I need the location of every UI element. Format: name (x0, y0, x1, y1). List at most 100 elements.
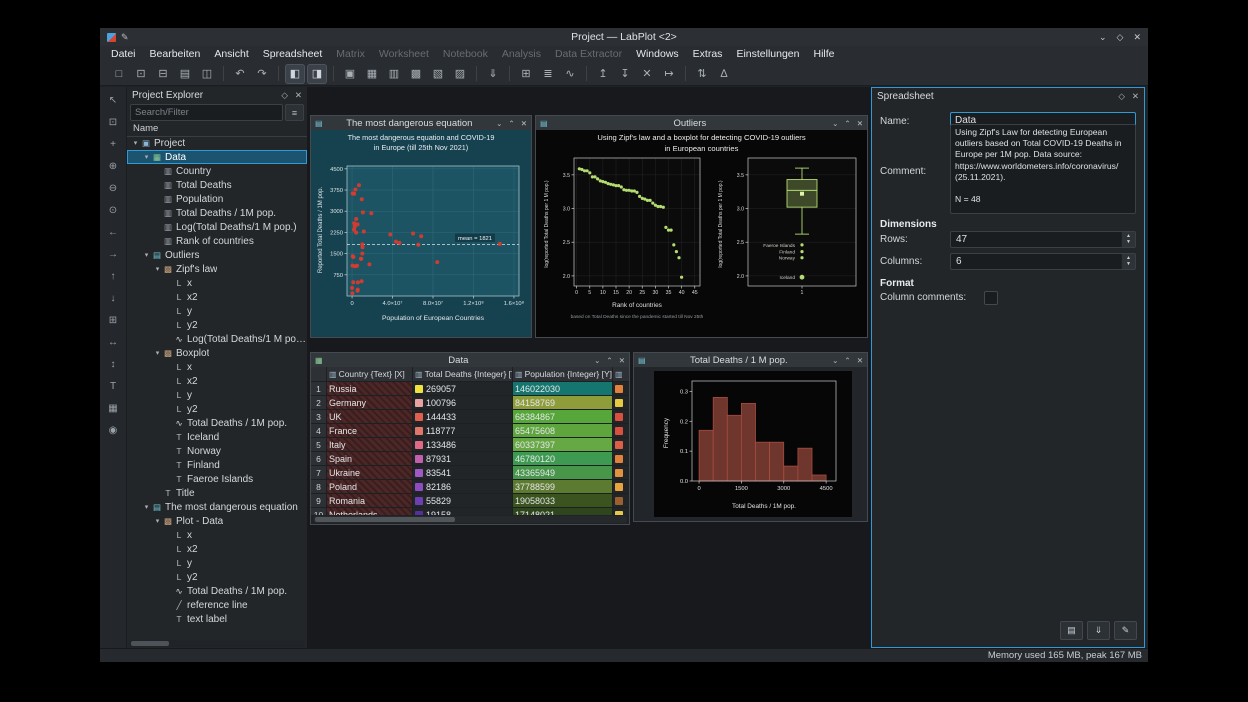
remove-rows-button[interactable]: ✕ (637, 64, 657, 84)
row-number[interactable]: 2 (311, 396, 327, 410)
template-load-icon[interactable]: ▤ (1060, 621, 1083, 640)
cell-total-deaths[interactable]: 87931 (413, 452, 513, 466)
tree-column-header[interactable]: Name (127, 122, 307, 137)
zoom-fit-tool-button[interactable]: ⊙ (104, 201, 123, 220)
new-matrix-button[interactable]: ▩ (406, 64, 426, 84)
filter-icon[interactable]: ≡ (285, 104, 304, 121)
template-edit-icon[interactable]: ✎ (1114, 621, 1137, 640)
cell-population[interactable]: 37788599 (513, 480, 613, 494)
sort-column-button[interactable]: ⇅ (692, 64, 712, 84)
minimize-button[interactable]: ⌄ (1099, 32, 1107, 43)
open-document-button[interactable]: ⊡ (131, 64, 151, 84)
shift-down-tool-button[interactable]: ↓ (104, 289, 123, 308)
tree-item-total-deaths[interactable]: ▥Total Deaths (127, 178, 307, 192)
table-horizontal-scrollbar[interactable] (313, 516, 627, 523)
new-workbook-button[interactable]: ▦ (362, 64, 382, 84)
dock-float-icon[interactable]: ◇ (281, 90, 288, 101)
column-header-item[interactable]: ▥ (613, 367, 629, 382)
scrollbar-thumb[interactable] (315, 517, 455, 522)
row-number[interactable]: 7 (311, 466, 327, 480)
cell-extra[interactable] (613, 424, 629, 438)
print-preview-button[interactable]: ◫ (197, 64, 217, 84)
tree-item-total-deaths-1m-pop[interactable]: ▥Total Deaths / 1M pop. (127, 206, 307, 220)
shift-left-tool-button[interactable]: ← (104, 223, 123, 242)
cell-population[interactable]: 17148021 (513, 508, 613, 515)
tree-item-population[interactable]: ▥Population (127, 192, 307, 206)
shift-right-tool-button[interactable]: → (104, 245, 123, 264)
menu-hilfe[interactable]: Hilfe (806, 47, 841, 61)
sparkline-view-button[interactable]: ∿ (560, 64, 580, 84)
toggle-project-explorer-button[interactable]: ◧ (285, 64, 305, 84)
expand-arrow-icon[interactable]: ▾ (142, 153, 151, 161)
shade-button[interactable]: ⌄ (496, 119, 502, 128)
cell-total-deaths[interactable]: 55829 (413, 494, 513, 508)
cell-extra[interactable] (613, 508, 629, 515)
select-region-tool-button[interactable]: ⊡ (104, 113, 123, 132)
tree-item-x2[interactable]: Lx2 (127, 542, 307, 556)
spinner-arrows-icon[interactable]: ▲▼ (1121, 254, 1135, 269)
expand-arrow-icon[interactable]: ▾ (142, 503, 151, 511)
crosshair-tool-button[interactable]: + (104, 135, 123, 154)
tree-item-plot-data[interactable]: ▾▩Plot - Data (127, 514, 307, 528)
row-number[interactable]: 4 (311, 424, 327, 438)
menu-windows[interactable]: Windows (629, 47, 686, 61)
column-view-button[interactable]: ≣ (538, 64, 558, 84)
close-button[interactable]: ✕ (857, 119, 863, 128)
restore-button[interactable]: ⌃ (508, 119, 514, 128)
add-text-tool-button[interactable]: T (104, 377, 123, 396)
row-number[interactable]: 5 (311, 438, 327, 452)
tree-item-y[interactable]: Ly (127, 304, 307, 318)
new-document-button[interactable]: □ (109, 64, 129, 84)
insert-column-right-button[interactable]: ↦ (659, 64, 679, 84)
tree-item-zipf-s-law[interactable]: ▾▩Zipf's law (127, 262, 307, 276)
cell-extra[interactable] (613, 396, 629, 410)
menu-worksheet[interactable]: Worksheet (372, 47, 436, 61)
cell-country[interactable]: Netherlands (327, 508, 413, 515)
tree-item-finland[interactable]: TFinland (127, 458, 307, 472)
menu-ansicht[interactable]: Ansicht (207, 47, 255, 61)
navigate-tool-button[interactable]: ↖ (104, 91, 123, 110)
close-button[interactable]: ✕ (619, 356, 625, 365)
tree-item-x[interactable]: Lx (127, 528, 307, 542)
column-header-total-deaths-integer-y[interactable]: ▥Total Deaths {Integer} [Y] (413, 367, 513, 382)
window-titlebar[interactable]: ▤ The most dangerous equation ⌄ ⌃ ✕ (311, 116, 531, 130)
tree-item-country[interactable]: ▥Country (127, 164, 307, 178)
explorer-horizontal-scrollbar[interactable] (129, 640, 305, 647)
spreadsheet-view-button[interactable]: ⊞ (516, 64, 536, 84)
worksheet-view[interactable]: The most dangerous equation and COVID-19… (311, 130, 531, 337)
spreadsheet-dock-header[interactable]: Spreadsheet ◇ ✕ (872, 88, 1144, 104)
pin-tool-button[interactable]: ◉ (104, 421, 123, 440)
tree-item-log-total-deaths-1-m-pop[interactable]: ∿Log(Total Deaths/1 M pop.) (127, 332, 307, 346)
tree-item-the-most-dangerous-equation[interactable]: ▾▤The most dangerous equation (127, 500, 307, 514)
close-button[interactable]: ✕ (1133, 32, 1141, 43)
plot-data-button[interactable]: ∆ (714, 64, 734, 84)
tree-item-x[interactable]: Lx (127, 360, 307, 374)
expand-arrow-icon[interactable]: ▾ (153, 265, 162, 273)
comment-field[interactable]: Using Zipf's Law for detecting European … (950, 124, 1136, 214)
close-button[interactable]: ✕ (521, 119, 527, 128)
tree-item-y2[interactable]: Ly2 (127, 570, 307, 584)
tree-item-text-label[interactable]: Ttext label (127, 612, 307, 626)
scrollbar-thumb[interactable] (131, 641, 169, 646)
cell-country[interactable]: Spain (327, 452, 413, 466)
cell-country[interactable]: Romania (327, 494, 413, 508)
cell-extra[interactable] (613, 382, 629, 396)
shade-button[interactable]: ⌄ (594, 356, 600, 365)
cell-extra[interactable] (613, 494, 629, 508)
spinner-arrows-icon[interactable]: ▲▼ (1121, 232, 1135, 247)
shift-up-tool-button[interactable]: ↑ (104, 267, 123, 286)
cell-total-deaths[interactable]: 19158 (413, 508, 513, 515)
new-notebook-button[interactable]: ▨ (450, 64, 470, 84)
column-header-population-integer-y[interactable]: ▥Population {Integer} [Y] (513, 367, 613, 382)
dock-close-icon[interactable]: ✕ (1132, 91, 1139, 102)
tree-item-x[interactable]: Lx (127, 276, 307, 290)
columns-spinbox[interactable]: 6 ▲▼ (950, 253, 1136, 270)
zipf-boxplot-plot[interactable]: Rank of countries based on Total Deaths … (536, 130, 867, 337)
tree-item-rank-of-countries[interactable]: ▥Rank of countries (127, 234, 307, 248)
dock-close-icon[interactable]: ✕ (295, 90, 302, 101)
cell-population[interactable]: 84158769 (513, 396, 613, 410)
cell-country[interactable]: UK (327, 410, 413, 424)
cell-total-deaths[interactable]: 144433 (413, 410, 513, 424)
tree-item-total-deaths-1m-pop[interactable]: ∿Total Deaths / 1M pop. (127, 584, 307, 598)
tree-item-y2[interactable]: Ly2 (127, 318, 307, 332)
